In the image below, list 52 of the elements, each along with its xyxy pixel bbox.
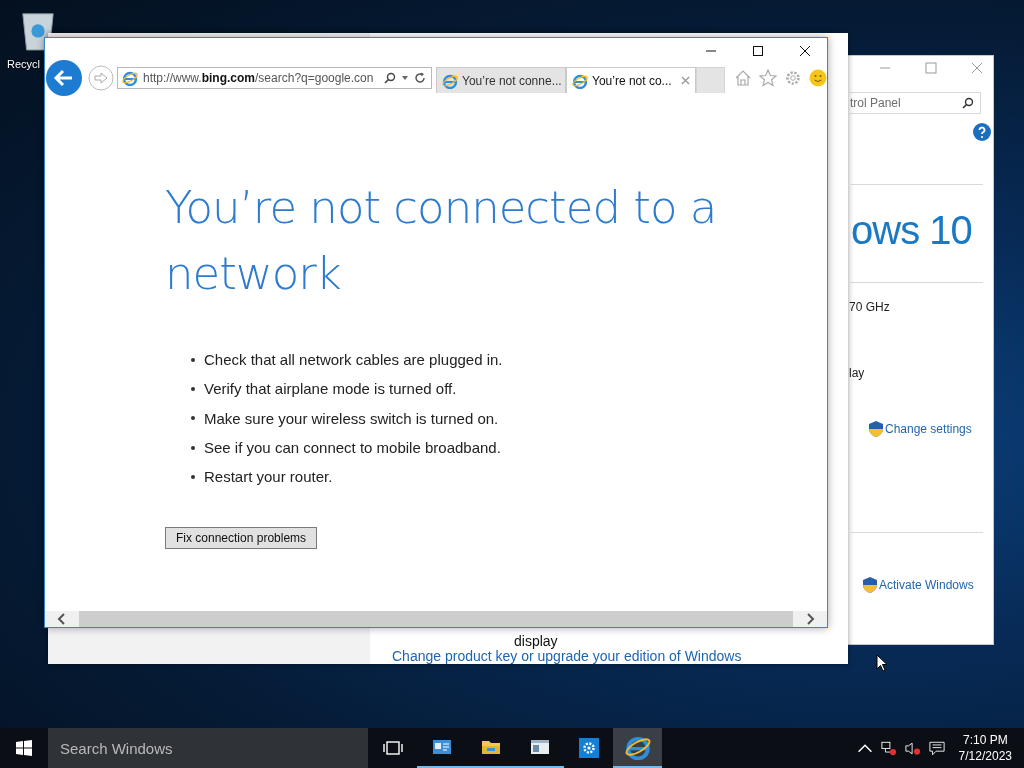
bullet-icon	[191, 357, 195, 362]
clock-time[interactable]: 7:10 PM	[962, 732, 1008, 748]
display-info-text: lay	[849, 366, 865, 380]
windows-edition-logo-text: ows 10	[851, 208, 972, 253]
upgrade-edition-link[interactable]: Change product key or upgrade your edition of Windows	[392, 649, 742, 664]
control-panel-icon	[431, 737, 452, 757]
activate-windows-link[interactable]: Activate Windows	[879, 578, 974, 592]
search-icon[interactable]	[384, 72, 396, 84]
change-settings-link[interactable]: Change settings	[885, 422, 972, 436]
scroll-right-icon[interactable]	[805, 613, 815, 625]
smiley-icon[interactable]	[809, 69, 827, 87]
window-icon	[529, 737, 550, 757]
start-button[interactable]	[16, 740, 32, 756]
star-icon[interactable]	[759, 69, 777, 87]
troubleshooting-tip: See if you can connect to mobile broadband.	[204, 439, 501, 457]
taskbar-app-button[interactable]	[613, 728, 662, 768]
back-button[interactable]	[46, 60, 82, 96]
search-icon[interactable]	[962, 97, 974, 109]
maximize-icon[interactable]	[752, 44, 764, 57]
bullet-icon	[191, 445, 195, 450]
bullet-icon	[191, 416, 195, 421]
bullet-icon	[191, 386, 195, 391]
volume-muted-icon[interactable]	[904, 740, 921, 756]
clock-date[interactable]: 7/12/2023	[958, 748, 1012, 764]
refresh-icon[interactable]	[414, 72, 426, 84]
scroll-left-icon[interactable]	[57, 613, 67, 625]
desktop-icon-label: Recycl	[7, 58, 40, 70]
close-tab-icon[interactable]	[681, 76, 690, 85]
close-icon[interactable]	[799, 44, 811, 57]
error-heading: You’re not connected to a network	[165, 180, 718, 302]
dropdown-caret-icon[interactable]	[401, 74, 409, 82]
bullet-icon	[191, 474, 195, 479]
browser-tab[interactable]: You’re not conne...	[436, 67, 566, 93]
fix-connection-button[interactable]: Fix connection problems	[165, 527, 318, 550]
processor-speed-text: 70 GHz	[849, 300, 890, 314]
mouse-cursor-icon	[876, 654, 888, 672]
search-field[interactable]: trol Panel	[850, 92, 981, 114]
shield-icon	[869, 421, 883, 437]
address-bar[interactable]: http://www.bing.com/search?q=google.con	[117, 67, 432, 89]
shield-icon	[863, 577, 877, 593]
troubleshooting-tip: Check that all network cables are plugged in.	[204, 351, 503, 369]
display-text: display	[514, 634, 558, 649]
troubleshooting-tip: Make sure your wireless switch is turned on.	[204, 409, 499, 427]
troubleshooting-tip: Verify that airplane mode is turned off.	[204, 380, 457, 398]
help-icon[interactable]	[973, 123, 991, 141]
network-disconnected-icon[interactable]	[880, 740, 897, 756]
troubleshooting-tip: Restart your router.	[204, 468, 333, 486]
taskbar-search-field[interactable]: Search Windows	[48, 728, 368, 768]
task-view-icon	[382, 738, 403, 758]
settings-icon	[578, 738, 599, 758]
action-center-icon[interactable]	[928, 740, 945, 756]
browser-tab[interactable]: You’re not co...	[566, 67, 696, 93]
